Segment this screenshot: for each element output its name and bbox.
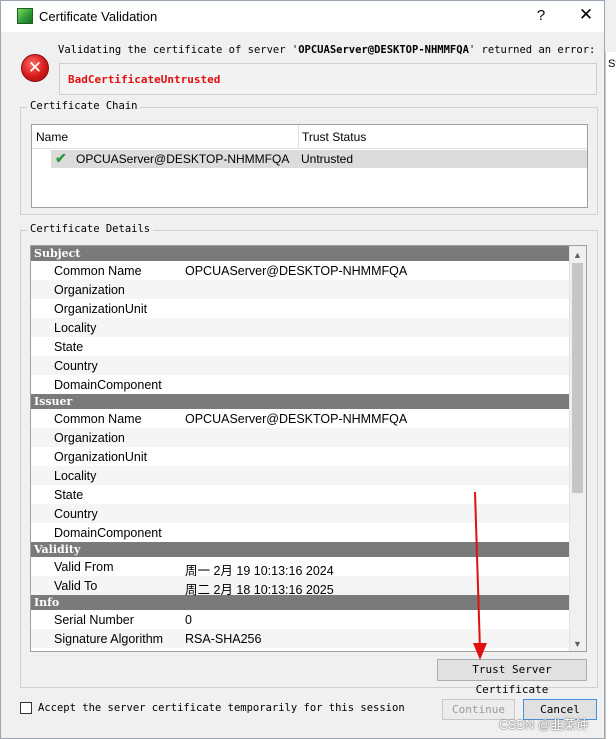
annotation-arrow-shaft [474, 491, 481, 651]
annotation-arrow-head [473, 643, 487, 660]
annotation-arrow [473, 491, 487, 660]
watermark: CSDN @韭菜钟 [499, 718, 589, 732]
